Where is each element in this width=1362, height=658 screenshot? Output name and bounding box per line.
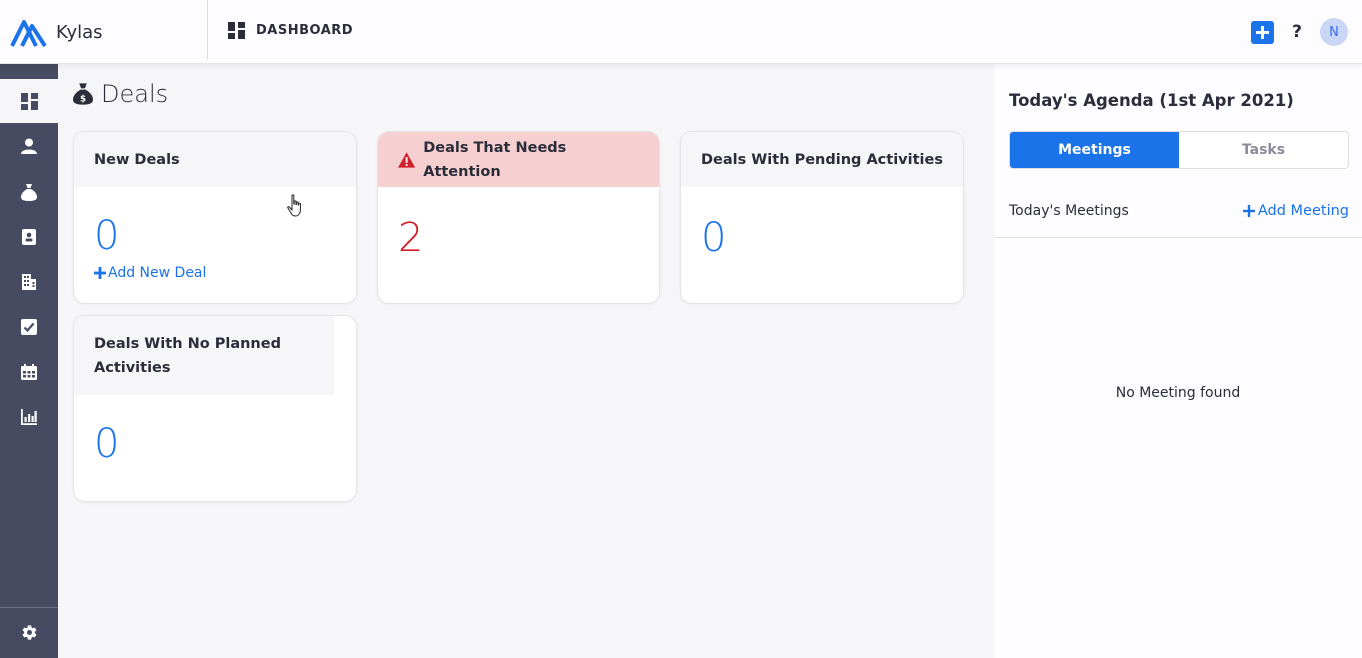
card-header: New Deals — [74, 132, 356, 187]
sidebar-item-deals[interactable] — [0, 170, 58, 214]
add-meeting-link[interactable]: Add Meeting — [1242, 203, 1349, 219]
brand[interactable]: Kylas — [10, 15, 103, 49]
add-meeting-label: Add Meeting — [1257, 203, 1349, 219]
calendar-icon — [21, 364, 37, 380]
hand-cursor-icon — [287, 194, 301, 217]
top-actions: ? N — [1251, 18, 1348, 46]
deals-money-bag-icon — [21, 183, 37, 201]
agenda-title: Today's Agenda (1st Apr 2021) — [1009, 91, 1294, 110]
reports-chart-icon — [21, 409, 37, 425]
sidebar-item-contacts[interactable] — [0, 124, 58, 168]
tasks-check-icon — [21, 319, 37, 335]
dashboard-icon — [20, 92, 38, 110]
deals-money-bag-icon: $ — [73, 83, 93, 105]
tab-meetings[interactable]: Meetings — [1010, 132, 1179, 168]
plus-icon — [1242, 205, 1255, 217]
sidebar-separator — [0, 607, 58, 608]
page-header: $ Deals — [73, 80, 168, 108]
sidebar-item-tasks[interactable] — [0, 305, 58, 349]
card-title: Deals With Pending Activities — [701, 151, 943, 168]
card-new-deals[interactable]: New Deals 0 Add New Deal — [73, 131, 357, 304]
contacts-icon — [21, 138, 37, 154]
dashboard-label: DASHBOARD — [256, 23, 354, 38]
agenda-panel: Today's Agenda (1st Apr 2021) Meetings T… — [994, 64, 1362, 658]
card-title: Deals With No Planned Activities — [94, 335, 281, 376]
sidebar-item-settings[interactable] — [0, 610, 58, 654]
card-title: New Deals — [94, 151, 180, 168]
card-deals-need-attention[interactable]: Deals That Needs Attention 2 — [377, 131, 660, 304]
settings-gear-icon — [22, 624, 36, 640]
pending-activities-count[interactable]: 0 — [701, 215, 726, 261]
sidebar-item-dashboard[interactable] — [0, 79, 58, 123]
help-button[interactable]: ? — [1290, 22, 1304, 42]
svg-text:$: $ — [80, 95, 86, 105]
tab-tasks[interactable]: Tasks — [1179, 132, 1348, 168]
dashboard-nav[interactable]: DASHBOARD — [228, 22, 353, 39]
attention-deals-count[interactable]: 2 — [398, 215, 423, 261]
warning-icon — [398, 151, 416, 168]
kylas-logo-icon — [10, 20, 47, 48]
todays-meetings-label: Today's Meetings — [1009, 203, 1129, 219]
agenda-divider — [994, 237, 1362, 238]
building-icon — [22, 274, 36, 290]
top-divider — [207, 0, 208, 60]
card-header: Deals With No Planned Activities — [74, 316, 334, 395]
new-deals-count[interactable]: 0 — [94, 213, 119, 259]
sidebar-item-reports[interactable] — [0, 395, 58, 439]
brand-name: Kylas — [56, 21, 103, 43]
add-new-deal-link[interactable]: Add New Deal — [94, 265, 206, 281]
card-body: 0 Add New Deal — [74, 187, 356, 303]
card-title: Deals That Needs Attention — [423, 139, 567, 180]
page-title: Deals — [101, 80, 169, 108]
user-avatar[interactable]: N — [1320, 18, 1348, 46]
card-header: Deals That Needs Attention — [378, 132, 659, 187]
card-deals-no-planned-activities[interactable]: Deals With No Planned Activities 0 — [73, 315, 357, 502]
sidebar — [0, 64, 58, 658]
dashboard-icon — [228, 22, 245, 39]
top-bar: Kylas DASHBOARD ? N — [0, 0, 1362, 64]
quick-add-button[interactable] — [1251, 20, 1274, 44]
card-deals-pending-activities[interactable]: Deals With Pending Activities 0 — [680, 131, 964, 304]
agenda-tabs: Meetings Tasks — [1009, 131, 1349, 169]
add-new-deal-label: Add New Deal — [108, 265, 207, 281]
card-body: 2 — [378, 187, 659, 303]
sidebar-item-address-book[interactable] — [0, 215, 58, 259]
card-header: Deals With Pending Activities — [681, 132, 963, 187]
plus-icon — [1256, 25, 1269, 39]
plus-icon — [94, 267, 106, 279]
no-planned-activities-count[interactable]: 0 — [94, 421, 119, 467]
card-body: 0 — [74, 395, 356, 501]
sidebar-item-calendar[interactable] — [0, 350, 58, 394]
empty-meetings-message: No Meeting found — [1115, 385, 1241, 401]
address-book-icon — [22, 229, 36, 245]
card-body: 0 — [681, 187, 963, 303]
sidebar-item-companies[interactable] — [0, 260, 58, 304]
